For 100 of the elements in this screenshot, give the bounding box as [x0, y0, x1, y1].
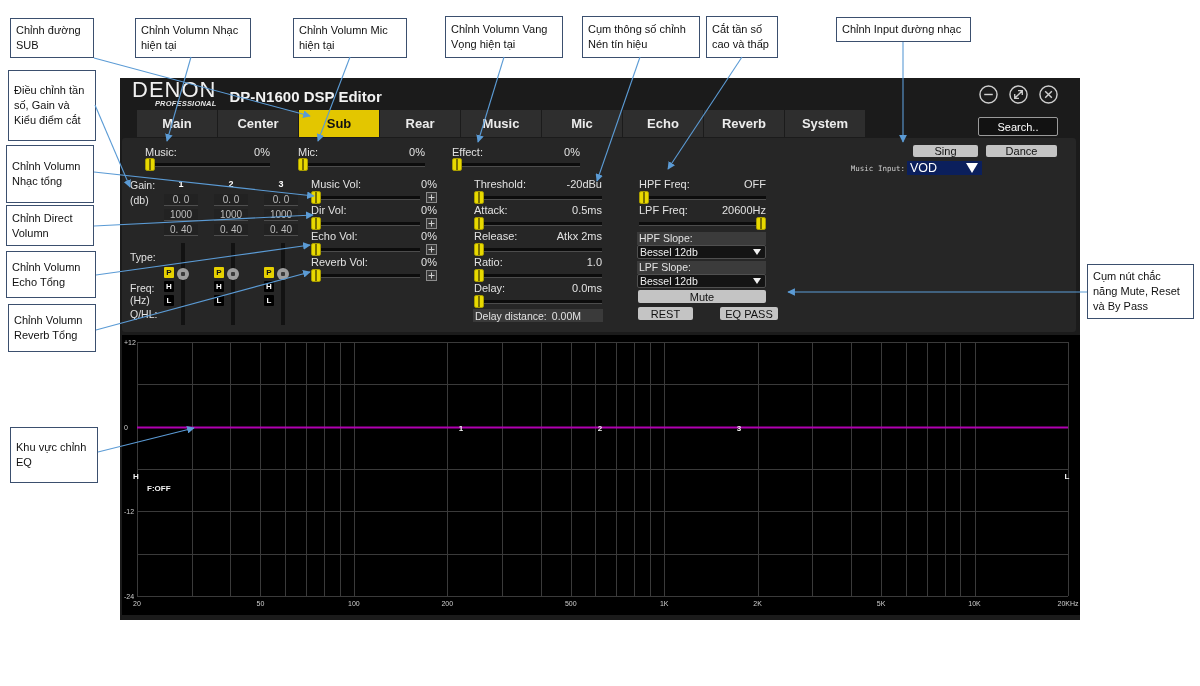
- slider-label: Release:: [474, 230, 518, 242]
- slider-thumb[interactable]: [474, 242, 484, 256]
- graph-side-label: L: [1064, 472, 1070, 481]
- search-button[interactable]: Search..: [978, 117, 1058, 136]
- callout-note: Điều chỉnh tần số, Gain và Kiểu điểm cắt: [8, 70, 96, 141]
- frequency-field[interactable]: 1000: [214, 208, 248, 221]
- callout-note: Cụm nút chắc năng Mute, Reset và By Pass: [1087, 264, 1194, 319]
- slider-thumb[interactable]: [756, 216, 766, 230]
- callout-note: Chỉnh Volumn Vang Vọng hiện tại: [445, 16, 563, 58]
- filter-type-button[interactable]: L: [214, 295, 224, 306]
- slider-thumb[interactable]: [298, 158, 308, 171]
- filter-status-label: F:OFF: [147, 484, 171, 493]
- slider-label: Music:: [145, 146, 177, 158]
- slider-thumb[interactable]: [474, 268, 484, 282]
- slider-knob[interactable]: [277, 268, 289, 281]
- slider-thumb[interactable]: [452, 158, 462, 171]
- dropdown-caret-icon: [753, 249, 761, 255]
- mode-button[interactable]: Sing: [913, 145, 978, 157]
- slope-label: LPF Slope:: [637, 261, 766, 274]
- type-label: Type:: [130, 251, 156, 263]
- slider-value: 0%: [421, 204, 437, 216]
- plus-square-icon[interactable]: [426, 269, 437, 281]
- slider-value: 0%: [421, 230, 437, 242]
- slider-label: LPF Freq:: [639, 204, 688, 216]
- music-input-dropdown[interactable]: VOD: [907, 161, 982, 175]
- q-label: Q/HL:: [130, 308, 158, 320]
- callout-note: Khu vực chỉnh EQ: [10, 427, 98, 483]
- filter-type-button[interactable]: L: [164, 295, 174, 306]
- slope-dropdown[interactable]: Bessel 12db: [637, 245, 766, 259]
- gain-field[interactable]: 0. 0: [164, 193, 198, 206]
- slider-thumb[interactable]: [145, 158, 155, 171]
- q-field[interactable]: 0. 40: [164, 223, 198, 236]
- band-marker-label[interactable]: 3: [736, 423, 742, 433]
- slider-thumb[interactable]: [311, 268, 321, 282]
- filter-type-button[interactable]: H: [164, 281, 174, 292]
- freq-label: Freq:: [130, 282, 155, 294]
- slider-value: OFF: [744, 178, 766, 190]
- slider-value: -20dBu: [566, 178, 602, 190]
- slider-label: Effect:: [452, 146, 483, 158]
- close-icon[interactable]: [1039, 84, 1058, 104]
- window-title: DP-N1600 DSP Editor: [229, 87, 382, 105]
- slider-thumb[interactable]: [474, 294, 484, 308]
- gain-field[interactable]: 0. 0: [264, 193, 298, 206]
- dropdown-caret-icon: [966, 163, 978, 173]
- slope-label: HPF Slope:: [637, 232, 766, 245]
- q-field[interactable]: 0. 40: [214, 223, 248, 236]
- slider-thumb[interactable]: [311, 242, 321, 256]
- filter-type-button[interactable]: P: [214, 267, 224, 278]
- gain-field[interactable]: 0. 0: [214, 193, 248, 206]
- slider-label: Reverb Vol:: [311, 256, 368, 268]
- band-marker-label[interactable]: 1: [458, 423, 464, 433]
- slope-dropdown[interactable]: Bessel 12db: [637, 274, 766, 288]
- slider-value: 20600Hz: [721, 204, 766, 216]
- tab[interactable]: Rear: [380, 110, 460, 137]
- callout-note: Chỉnh Volumn Echo Tổng: [6, 251, 96, 298]
- slider-thumb[interactable]: [474, 216, 484, 230]
- filter-type-button[interactable]: H: [214, 281, 224, 292]
- plus-square-icon[interactable]: [426, 191, 437, 203]
- filter-type-button[interactable]: H: [264, 281, 274, 292]
- plus-square-icon[interactable]: [426, 243, 437, 255]
- slider-thumb[interactable]: [311, 216, 321, 230]
- filter-type-button[interactable]: L: [264, 295, 274, 306]
- slider-label: Dir Vol:: [311, 204, 347, 216]
- slider-label: Music Vol:: [311, 178, 362, 190]
- reset-button[interactable]: REST: [638, 307, 693, 320]
- delay-distance-label: Delay distance:: [475, 309, 547, 322]
- slider-knob[interactable]: [227, 268, 239, 281]
- mute-button[interactable]: Mute: [638, 290, 766, 303]
- dropdown-caret-icon: [753, 278, 761, 284]
- slider-label: HPF Freq:: [639, 178, 690, 190]
- tab[interactable]: Reverb: [704, 110, 784, 137]
- tab[interactable]: Sub: [299, 110, 379, 137]
- slider-value: 0%: [421, 256, 437, 268]
- filter-type-button[interactable]: P: [164, 267, 174, 278]
- tab[interactable]: System: [785, 110, 865, 137]
- expand-icon[interactable]: [1009, 84, 1028, 104]
- tab[interactable]: Main: [137, 110, 217, 137]
- slider-thumb[interactable]: [639, 190, 649, 204]
- delay-distance-value: 0.00M: [551, 309, 581, 322]
- slider-value: 0.5ms: [572, 204, 602, 216]
- slider-thumb[interactable]: [311, 190, 321, 204]
- minimize-icon[interactable]: [979, 84, 998, 104]
- mode-button[interactable]: Dance: [986, 145, 1057, 157]
- tab[interactable]: Mic: [542, 110, 622, 137]
- slider-thumb[interactable]: [474, 190, 484, 204]
- eq-pass-button[interactable]: EQ PASS: [720, 307, 778, 320]
- frequency-field[interactable]: 1000: [164, 208, 198, 221]
- slider-value: 0%: [564, 146, 580, 158]
- slider-value: 1.0: [586, 256, 602, 268]
- gain-unit-label: (db): [129, 193, 150, 206]
- plus-square-icon[interactable]: [426, 217, 437, 229]
- slider-knob[interactable]: [177, 268, 189, 281]
- tab[interactable]: Echo: [623, 110, 703, 137]
- slider-label: Ratio:: [474, 256, 503, 268]
- tab[interactable]: Center: [218, 110, 298, 137]
- filter-type-button[interactable]: P: [264, 267, 274, 278]
- tab[interactable]: Music: [461, 110, 541, 137]
- band-marker-label[interactable]: 2: [597, 423, 603, 433]
- slider-label: Attack:: [474, 204, 508, 216]
- q-field[interactable]: 0. 40: [264, 223, 298, 236]
